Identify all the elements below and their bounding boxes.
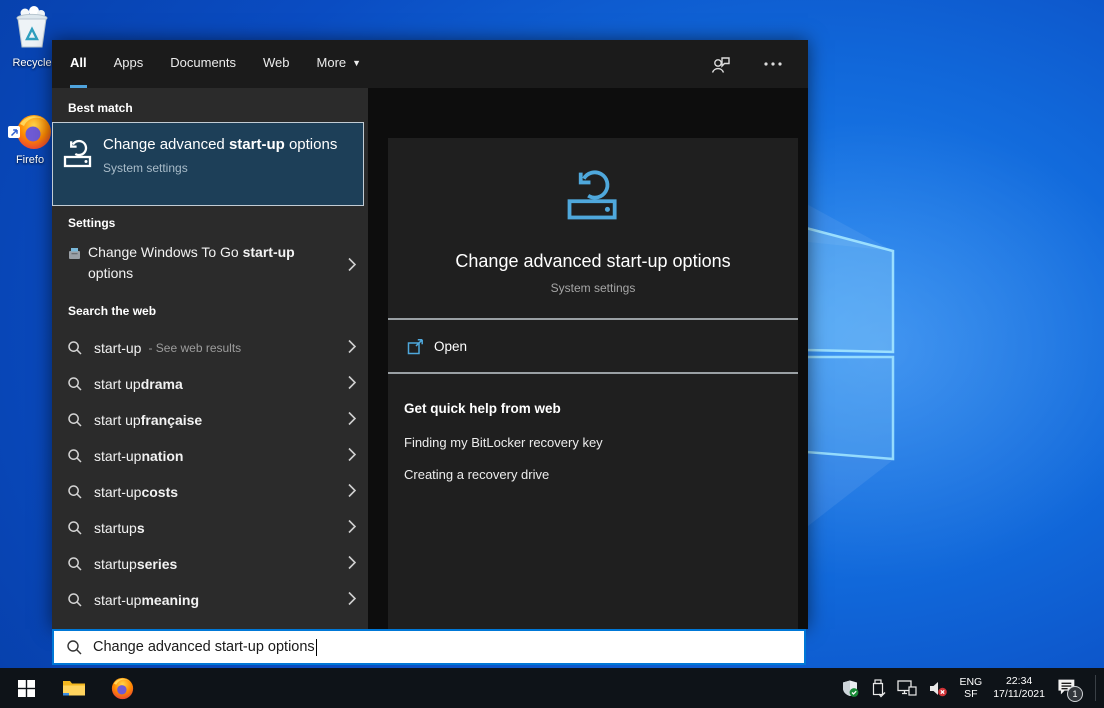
clock-time: 22:34 <box>1006 675 1032 687</box>
tab-documents[interactable]: Documents <box>170 40 236 88</box>
preview-pane: Change advanced start-up options System … <box>388 138 798 660</box>
web-suggestions-list: start-up - See web results start up dram… <box>52 330 368 618</box>
section-header-best-match: Best match <box>68 101 133 115</box>
help-link-bitlocker[interactable]: Finding my BitLocker recovery key <box>404 435 603 450</box>
chevron-right-icon <box>348 484 356 501</box>
clock-date: 17/11/2021 <box>993 688 1045 700</box>
web-suggestion-row[interactable]: start up drama <box>52 366 368 402</box>
desktop-icon-firefox[interactable]: Firefo <box>2 112 58 166</box>
tab-more[interactable]: More ▼ <box>317 40 362 88</box>
search-icon <box>67 376 83 392</box>
firefox-icon <box>110 676 135 701</box>
taskbar: ENG SF 22:34 17/11/2021 1 <box>0 668 1104 708</box>
chevron-right-icon <box>348 520 356 537</box>
chevron-right-icon <box>348 592 356 609</box>
search-icon <box>67 412 83 428</box>
search-input[interactable]: Change advanced start-up options <box>52 629 806 665</box>
search-icon <box>67 484 83 500</box>
chevron-right-icon <box>348 412 356 429</box>
action-center-button[interactable]: 1 <box>1056 676 1080 700</box>
tab-all[interactable]: All <box>70 40 87 88</box>
file-explorer-icon <box>62 678 86 698</box>
chevron-down-icon: ▼ <box>352 58 361 68</box>
more-options-icon[interactable] <box>764 62 782 66</box>
help-link-recovery-drive[interactable]: Creating a recovery drive <box>404 467 549 482</box>
web-suggestion-row[interactable]: startups <box>52 510 368 546</box>
web-suggestion-row[interactable]: start-up nation <box>52 438 368 474</box>
windows-search-panel: All Apps Documents Web More ▼ <box>52 40 808 629</box>
restart-icon <box>53 123 103 205</box>
web-suggestion-row[interactable]: start up française <box>52 402 368 438</box>
results-column: Best match Change advan <box>52 88 368 629</box>
search-icon <box>66 639 83 656</box>
usb-device-icon[interactable] <box>871 679 886 698</box>
web-suggestion-row[interactable]: start-up meaning <box>52 582 368 618</box>
section-header-settings: Settings <box>68 216 115 230</box>
restart-icon <box>564 166 622 227</box>
search-input-value: Change advanced start-up options <box>93 639 315 655</box>
network-icon[interactable] <box>897 679 917 697</box>
open-external-icon <box>407 338 424 360</box>
search-icon <box>67 448 83 464</box>
open-action[interactable]: Open <box>388 320 798 372</box>
search-icon <box>67 556 83 572</box>
recycle-bin-icon <box>11 6 53 50</box>
best-match-title: Change advanced start-up options <box>103 136 337 153</box>
user-feedback-icon[interactable] <box>711 55 732 74</box>
taskbar-firefox[interactable] <box>100 668 144 708</box>
taskbar-clock[interactable]: 22:34 17/11/2021 <box>993 675 1045 701</box>
desktop-icon-label: Firefo <box>2 154 58 166</box>
search-icon <box>67 340 83 356</box>
chevron-right-icon <box>348 556 356 573</box>
search-tabs-bar: All Apps Documents Web More ▼ <box>52 40 808 88</box>
preview-title: Change advanced start-up options <box>455 251 730 272</box>
system-tray: ENG SF 22:34 17/11/2021 1 <box>841 668 1096 708</box>
web-suggestion-row[interactable]: start-up costs <box>52 474 368 510</box>
chevron-right-icon <box>348 448 356 465</box>
chevron-right-icon <box>348 376 356 393</box>
chevron-right-icon <box>348 258 356 277</box>
open-action-label: Open <box>434 339 467 354</box>
section-header-search-the-web: Search the web <box>68 304 156 318</box>
windows-logo-icon <box>18 680 35 697</box>
search-icon <box>67 592 83 608</box>
screen: Recycle Firefo <box>0 0 1104 708</box>
start-button[interactable] <box>4 668 48 708</box>
taskbar-file-explorer[interactable] <box>52 668 96 708</box>
tab-web[interactable]: Web <box>263 40 290 88</box>
text-caret <box>316 639 317 656</box>
usb-drive-icon <box>66 245 83 267</box>
tab-apps[interactable]: Apps <box>114 40 144 88</box>
shortcut-arrow-icon <box>8 126 20 138</box>
search-tabs: All Apps Documents Web More ▼ <box>70 40 388 88</box>
show-desktop-edge[interactable] <box>1095 675 1096 701</box>
language-indicator[interactable]: ENG SF <box>959 676 982 700</box>
preview-subtitle: System settings <box>551 281 636 295</box>
firefox-icon <box>14 112 54 152</box>
notification-badge: 1 <box>1067 686 1083 702</box>
best-match-result[interactable]: Change advanced start-up options System … <box>52 122 364 206</box>
search-results-body: Best match Change advan <box>52 88 808 629</box>
settings-result-title: Change Windows To Go start-up options <box>88 242 320 284</box>
web-suggestion-row[interactable]: start-up - See web results <box>52 330 368 366</box>
chevron-right-icon <box>348 340 356 357</box>
best-match-subtitle: System settings <box>103 161 341 175</box>
security-shield-icon[interactable] <box>841 679 860 698</box>
search-icon <box>67 520 83 536</box>
divider <box>388 372 798 374</box>
help-section-header: Get quick help from web <box>404 401 561 416</box>
settings-result-windows-to-go[interactable]: Change Windows To Go start-up options <box>52 238 368 296</box>
web-suggestion-row[interactable]: startup series <box>52 546 368 582</box>
volume-muted-icon[interactable] <box>928 679 948 698</box>
